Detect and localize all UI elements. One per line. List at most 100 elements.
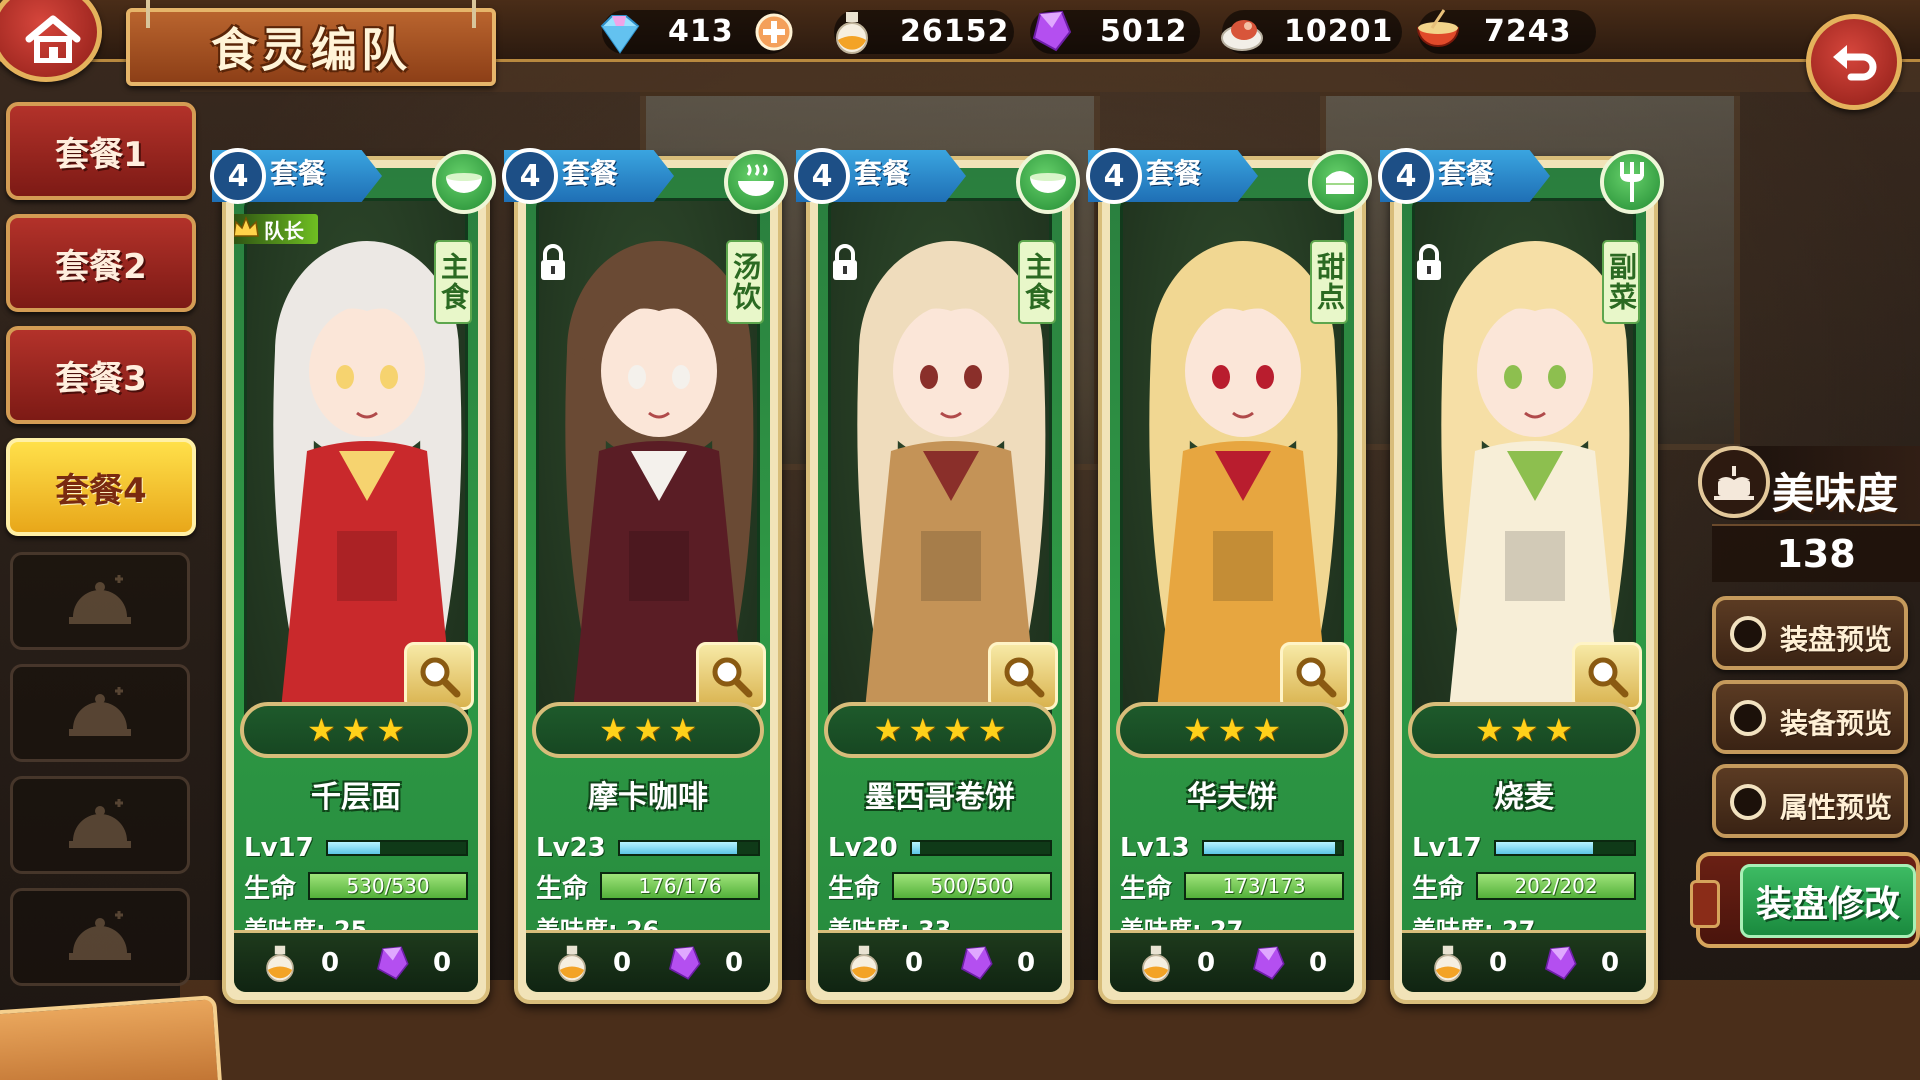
star-rating: ★ ★ ★ ★ xyxy=(824,702,1056,758)
food-soul-card[interactable]: 甜点★★★华夫饼Lv13生命173/173美味度: 2700套餐4 xyxy=(1086,148,1372,1004)
modify-plating-button[interactable]: 装盘修改 xyxy=(1690,852,1920,948)
lock-icon[interactable] xyxy=(538,244,568,286)
level-row: Lv13 xyxy=(1120,832,1344,864)
star-icon: ★ xyxy=(1182,711,1212,749)
magnify-icon xyxy=(420,657,461,698)
home-button[interactable] xyxy=(0,0,102,82)
potion-slot[interactable]: 0 xyxy=(261,944,339,982)
star-icon: ★ xyxy=(1217,711,1247,749)
star-icon: ★ xyxy=(1544,711,1574,749)
tab-locked-slot[interactable] xyxy=(10,888,190,986)
potion-slot[interactable]: 0 xyxy=(1137,944,1215,982)
tab-set-2[interactable]: 套餐2 xyxy=(6,214,196,312)
lock-icon[interactable] xyxy=(830,244,860,286)
bowl-icon xyxy=(1016,150,1080,214)
cloche-lock-icon xyxy=(69,687,131,736)
tab-locked-slot[interactable] xyxy=(10,552,190,650)
food-soul-card[interactable]: 汤饮★★★摩卡咖啡Lv23生命176/176美味度: 2600套餐4 xyxy=(502,148,788,1004)
crystal-slot[interactable]: 0 xyxy=(665,944,743,982)
food-soul-card[interactable]: 主食队长★★★千层面Lv17生命530/530美味度: 2500套餐4 xyxy=(210,148,496,1004)
potion-slot[interactable]: 0 xyxy=(1429,944,1507,982)
crystal-slot[interactable]: 0 xyxy=(1541,944,1619,982)
experience-bar xyxy=(326,840,468,856)
equipment-row: 00 xyxy=(234,930,478,992)
lock-icon[interactable] xyxy=(1414,244,1444,286)
page-title: 食灵编队 xyxy=(211,23,411,77)
food-type-tag: 主食 xyxy=(1018,240,1056,324)
food-soul-name: 烧麦 xyxy=(1494,780,1554,815)
potion-slot[interactable]: 0 xyxy=(845,944,923,982)
tab-set-3[interactable]: 套餐3 xyxy=(6,326,196,424)
add-diamond-icon[interactable] xyxy=(754,12,794,52)
level-text: Lv23 xyxy=(536,833,606,863)
inspect-button[interactable] xyxy=(404,642,474,710)
star-icon: ★ xyxy=(1252,711,1282,749)
attribute-preview-toggle[interactable]: 属性预览 xyxy=(1712,764,1908,838)
soup-icon xyxy=(724,150,788,214)
food-soul-name: 摩卡咖啡 xyxy=(588,780,708,815)
food-soul-card[interactable]: 主食★★★★墨西哥卷饼Lv20生命500/500美味度: 3300套餐4 xyxy=(794,148,1080,1004)
back-button[interactable] xyxy=(1806,14,1902,110)
captain-badge: 队长 xyxy=(234,214,318,244)
crystal-count: 5012 xyxy=(1100,14,1188,49)
star-icon: ★ xyxy=(1474,711,1504,749)
crystal-slot[interactable]: 0 xyxy=(1249,944,1327,982)
equipment-preview-toggle[interactable]: 装备预览 xyxy=(1712,680,1908,754)
equipment-row: 00 xyxy=(526,930,770,992)
team-label: 套餐 xyxy=(270,157,327,190)
equipment-row: 00 xyxy=(1110,930,1354,992)
crystal-slot[interactable]: 0 xyxy=(957,944,1035,982)
card-body: 甜点★★★华夫饼Lv13生命173/173美味度: 2700 xyxy=(1110,168,1354,992)
corner-decoration xyxy=(0,995,224,1080)
tab-locked-slot[interactable] xyxy=(10,776,190,874)
inspect-button[interactable] xyxy=(988,642,1058,710)
radio-icon xyxy=(1730,784,1766,820)
team-number-badge: 4 xyxy=(210,148,266,204)
hp-row: 生命 176/176 xyxy=(536,870,760,904)
crystal-slot[interactable]: 0 xyxy=(373,944,451,982)
resource-bowl[interactable]: 7243 xyxy=(1416,9,1596,54)
meat-icon xyxy=(1221,20,1263,51)
star-icon: ★ xyxy=(376,711,406,749)
magnify-icon xyxy=(1588,657,1629,698)
modify-plating-face: 装盘修改 xyxy=(1740,864,1916,938)
plating-preview-toggle[interactable]: 装盘预览 xyxy=(1712,596,1908,670)
inspect-button[interactable] xyxy=(1280,642,1350,710)
taste-title-bar: 美味度 xyxy=(1698,446,1920,520)
potion-icon xyxy=(836,12,868,54)
diamond-count: 413 xyxy=(668,14,734,49)
experience-bar xyxy=(1202,840,1344,856)
resource-crystal[interactable]: 5012 xyxy=(1030,10,1200,54)
back-arrow-icon xyxy=(1833,45,1877,81)
inspect-button[interactable] xyxy=(696,642,766,710)
hp-label: 生命 xyxy=(536,873,589,904)
star-icon: ★ xyxy=(873,711,903,749)
food-soul-card[interactable]: 副菜★★★烧麦Lv17生命202/202美味度: 2700套餐4 xyxy=(1378,148,1664,1004)
resource-meat[interactable]: 10201 xyxy=(1221,10,1402,54)
crystal-icon xyxy=(1252,945,1285,980)
cloche-lock-icon xyxy=(69,799,131,848)
experience-fill xyxy=(620,842,738,854)
tab-label: 套餐1 xyxy=(55,134,147,175)
inspect-button[interactable] xyxy=(1572,642,1642,710)
food-type-tag: 主食 xyxy=(434,240,472,324)
hp-row: 生命 202/202 xyxy=(1412,870,1636,904)
crystal-icon xyxy=(668,945,701,980)
tab-set-4[interactable]: 套餐4 xyxy=(6,438,196,536)
tab-set-1[interactable]: 套餐1 xyxy=(6,102,196,200)
card-body: 副菜★★★烧麦Lv17生命202/202美味度: 2700 xyxy=(1402,168,1646,992)
bowl-icon xyxy=(1416,9,1460,47)
team-number-badge: 4 xyxy=(1086,148,1142,204)
tab-locked-slot[interactable] xyxy=(10,664,190,762)
resource-diamond[interactable]: 413 xyxy=(600,10,794,54)
potion-slot[interactable]: 0 xyxy=(553,944,631,982)
food-soul-name: 华夫饼 xyxy=(1187,780,1277,815)
diamond-icon xyxy=(600,15,640,54)
team-label: 套餐 xyxy=(854,157,911,190)
crystal-count: 0 xyxy=(1016,947,1036,978)
level-text: Lv20 xyxy=(828,833,898,863)
resource-potion[interactable]: 26152 xyxy=(834,10,1014,54)
experience-fill xyxy=(1204,842,1336,854)
radio-icon xyxy=(1730,700,1766,736)
fork-icon xyxy=(1600,150,1664,214)
